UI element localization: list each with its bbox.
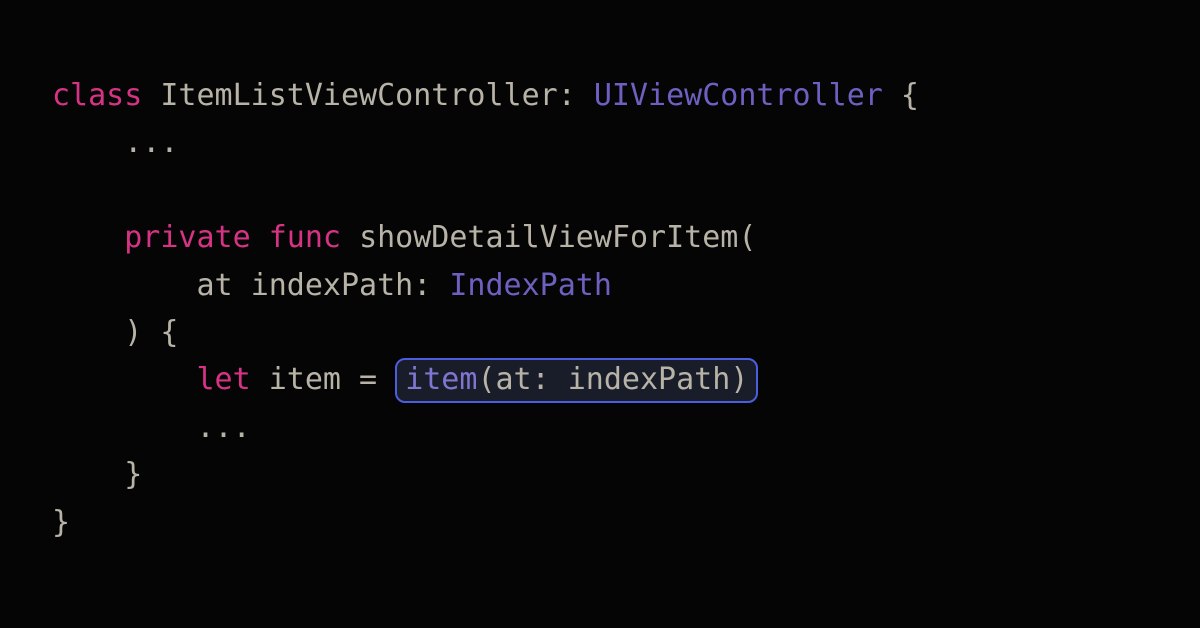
code-block: class ItemListViewController: UIViewCont… [52,72,1200,546]
close-paren-brace: ) { [124,315,178,350]
ellipsis: ... [52,410,251,445]
close-brace-outer: } [52,505,70,540]
call-arg-colon: : [532,362,568,397]
open-paren: ( [738,220,756,255]
call-arg-name: indexPath [568,362,731,397]
call-arg-label: at [496,362,532,397]
class-name: ItemListViewController [160,78,557,113]
colon: : [413,268,449,303]
keyword-let: let [197,362,251,397]
param-name: indexPath [251,268,414,303]
superclass-type: UIViewController [594,78,883,113]
ellipsis: ... [52,125,178,160]
equals: = [341,362,395,397]
func-name: showDetailViewForItem [359,220,738,255]
open-brace: { [883,78,919,113]
param-type: IndexPath [449,268,612,303]
colon: : [558,78,594,113]
call-open: ( [477,362,495,397]
var-name: item [269,362,341,397]
keyword-class: class [52,78,142,113]
call-name: item [405,362,477,397]
highlighted-call: item(at: indexPath) [395,358,758,403]
close-brace-inner: } [52,457,142,492]
keyword-private: private [124,220,250,255]
param-label: at [197,268,233,303]
keyword-func: func [269,220,341,255]
call-close: ) [730,362,748,397]
